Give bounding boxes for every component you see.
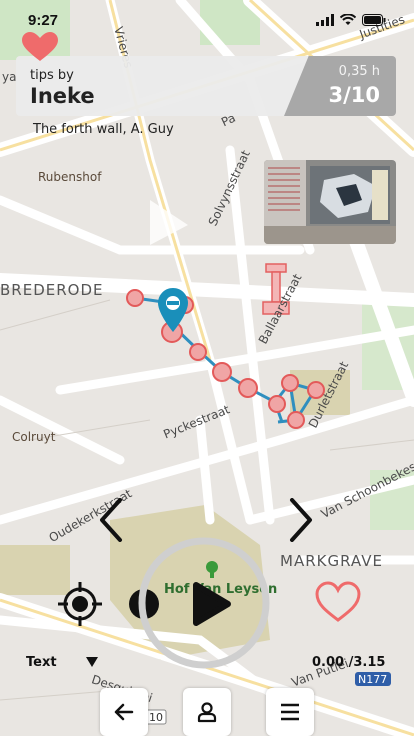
status-icons [316,14,386,26]
crosshair-icon[interactable] [58,582,102,626]
street-label: ya [2,70,17,84]
person-icon [197,702,217,723]
playback-time: 0.00 /3.15 [312,655,386,670]
poi-label: Colruyt [12,430,56,444]
signal-icon [316,14,334,26]
artwork-image [264,160,396,244]
tips-by-label: tips by [30,68,74,83]
hamburger-icon [281,703,299,721]
road-badge: N177 [358,673,388,686]
play-button[interactable] [138,537,270,669]
profile-button[interactable] [183,688,231,736]
heart-icon[interactable] [22,32,58,62]
area-label: MARKGRAVE [280,552,383,570]
location-pin-icon[interactable] [158,288,188,332]
wifi-icon [340,14,356,25]
status-time: 9:27 [28,12,59,29]
back-button[interactable] [100,688,148,736]
step-counter: 3/10 [328,83,380,107]
artwork-thumbnail[interactable] [264,160,396,244]
bottom-toolbar [100,688,314,736]
chevron-left-icon[interactable] [98,498,124,542]
status-bar: 9:27 [0,0,414,40]
tip-info-card[interactable]: tips by Ineke 0,35 h 3/10 [16,56,396,116]
battery-icon [362,14,386,26]
heart-outline-icon[interactable] [314,580,362,624]
arrow-left-icon [114,703,134,721]
chevron-right-icon[interactable] [288,498,314,542]
poi-label: Rubenshof [38,170,102,184]
duration-label: 0,35 h [338,64,380,79]
area-label: BREDERODE [0,281,104,299]
play-icon [193,582,231,626]
tip-subtitle: The forth wall, A. Guy [33,122,174,137]
text-toggle-label[interactable]: Text [26,655,57,670]
dropdown-arrow-icon[interactable] [86,657,98,667]
author-name: Ineke [30,84,95,108]
menu-button[interactable] [266,688,314,736]
